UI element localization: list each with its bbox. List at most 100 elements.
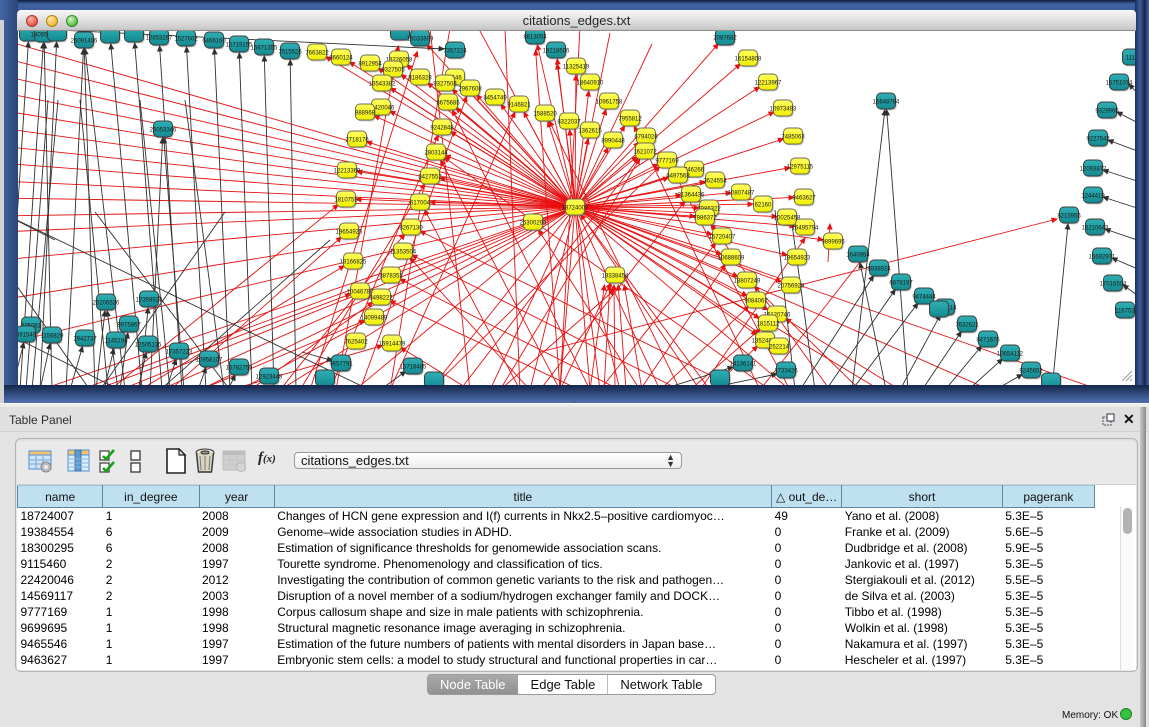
svg-text:26053346: 26053346	[150, 128, 177, 134]
svg-text:9329966: 9329966	[1095, 109, 1119, 115]
svg-text:8471676: 8471676	[976, 338, 1000, 344]
svg-text:10958107: 10958107	[196, 358, 223, 364]
svg-text:6879197: 6879197	[889, 281, 913, 287]
svg-text:6794028: 6794028	[634, 135, 658, 141]
svg-text:15720407: 15720407	[709, 235, 736, 241]
svg-text:9327505: 9327505	[381, 68, 405, 74]
svg-text:16914479: 16914479	[379, 342, 406, 348]
svg-text:9242848: 9242848	[430, 126, 454, 132]
svg-text:8186328: 8186328	[408, 76, 432, 82]
svg-text:17016504: 17016504	[1100, 282, 1127, 288]
svg-text:20206536: 20206536	[93, 301, 120, 307]
svg-text:16033809: 16033809	[407, 37, 434, 43]
svg-text:12975115: 12975115	[787, 165, 814, 171]
svg-text:12923448: 12923448	[256, 375, 283, 381]
svg-text:7955812: 7955812	[618, 117, 642, 123]
svg-text:7515526: 7515526	[278, 50, 302, 56]
svg-text:12213967: 12213967	[755, 81, 782, 87]
svg-text:14099489: 14099489	[361, 316, 388, 322]
svg-text:9657791: 9657791	[329, 362, 353, 368]
svg-text:9474444: 9474444	[912, 295, 936, 301]
svg-text:11353504: 11353504	[390, 250, 417, 256]
svg-text:9777169: 9777169	[655, 159, 679, 165]
svg-text:10719155: 10719155	[226, 43, 253, 49]
svg-text:8990448: 8990448	[601, 139, 625, 145]
svg-text:18807249: 18807249	[734, 279, 761, 285]
svg-text:1362615: 1362615	[578, 129, 602, 135]
svg-text:7485063: 7485063	[781, 135, 805, 141]
svg-text:16648784: 16648784	[873, 100, 900, 106]
svg-text:12093872: 12093872	[1080, 167, 1107, 173]
svg-text:9245652: 9245652	[1019, 369, 1043, 375]
svg-text:9084067: 9084067	[744, 299, 768, 305]
svg-text:15751074: 15751074	[1106, 81, 1133, 87]
svg-text:6497568: 6497568	[666, 174, 690, 180]
svg-text:15716485: 15716485	[400, 365, 427, 371]
svg-text:7986372: 7986372	[693, 216, 717, 222]
svg-text:9327508: 9327508	[433, 82, 457, 88]
svg-text:1733426: 1733426	[774, 369, 798, 375]
svg-text:16210643: 16210643	[1082, 226, 1109, 232]
svg-text:62160: 62160	[755, 203, 772, 209]
svg-text:9227542: 9227542	[1086, 137, 1110, 143]
svg-text:19166825: 19166825	[340, 260, 367, 266]
svg-text:1588520: 1588520	[533, 112, 557, 118]
svg-text:12505135: 12505135	[135, 343, 162, 349]
svg-text:9146821: 9146821	[507, 103, 531, 109]
svg-text:8267130: 8267130	[399, 226, 423, 232]
svg-text:3498222: 3498222	[369, 296, 393, 302]
svg-text:19218506: 19218506	[543, 49, 570, 55]
svg-text:1244419: 1244419	[1081, 194, 1105, 200]
svg-text:8322037: 8322037	[557, 120, 581, 126]
svg-text:16543382: 16543382	[369, 82, 396, 88]
svg-text:988968: 988968	[355, 111, 376, 117]
svg-text:8938924: 8938924	[867, 267, 891, 273]
svg-text:2718176: 2718176	[345, 138, 369, 144]
svg-text:1815112: 1815112	[757, 322, 781, 328]
svg-text:8912954: 8912954	[358, 62, 382, 68]
svg-text:391549: 391549	[17, 333, 37, 339]
svg-text:16154808: 16154808	[735, 57, 762, 63]
svg-text:1621072: 1621072	[633, 150, 657, 156]
svg-text:9463627: 9463627	[792, 196, 816, 202]
svg-text:11325419: 11325419	[563, 65, 590, 71]
svg-text:19338454: 19338454	[602, 274, 629, 280]
svg-text:17359924: 17359924	[136, 298, 163, 304]
svg-text:19654925: 19654925	[336, 230, 363, 236]
svg-text:2967608: 2967608	[458, 87, 482, 93]
svg-text:18724007: 18724007	[562, 206, 589, 212]
svg-text:10688609: 10688609	[718, 256, 745, 262]
svg-text:20756928: 20756928	[778, 284, 805, 290]
svg-text:252214: 252214	[769, 345, 790, 351]
svg-text:18640910: 18640910	[577, 81, 604, 87]
svg-text:15692971: 15692971	[1089, 255, 1116, 261]
svg-text:7625402: 7625402	[344, 340, 368, 346]
svg-text:10853267: 10853267	[146, 36, 173, 42]
svg-text:6466160: 6466160	[202, 39, 226, 45]
svg-text:8427552: 8427552	[418, 175, 442, 181]
svg-text:1156829: 1156829	[41, 334, 65, 340]
svg-text:12213369: 12213369	[334, 169, 361, 175]
svg-text:8660124: 8660124	[329, 56, 353, 62]
svg-text:2087682: 2087682	[713, 36, 737, 42]
svg-text:10654112: 10654112	[997, 352, 1024, 358]
svg-text:8813054: 8813054	[523, 35, 547, 41]
svg-text:2803144: 2803144	[424, 151, 448, 157]
svg-text:7663822: 7663822	[305, 51, 329, 57]
svg-text:25300293: 25300293	[520, 221, 547, 227]
svg-text:8454749: 8454749	[483, 96, 507, 102]
svg-text:7632621: 7632621	[955, 323, 979, 329]
svg-text:1145194: 1145194	[105, 339, 129, 345]
svg-text:3675685: 3675685	[436, 101, 460, 107]
svg-text:8878352: 8878352	[379, 274, 403, 280]
svg-text:16495794: 16495794	[792, 226, 819, 232]
svg-text:10973493: 10973493	[770, 107, 797, 113]
svg-text:8215955: 8215955	[1057, 214, 1081, 220]
svg-text:9975867: 9975867	[117, 323, 141, 329]
svg-text:116753: 116753	[1115, 309, 1135, 315]
svg-text:1640954: 1640954	[846, 253, 870, 259]
svg-text:1527602: 1527602	[174, 37, 198, 43]
svg-text:9899695: 9899695	[821, 240, 845, 246]
svg-text:617004: 617004	[410, 201, 431, 207]
svg-text:16782759: 16782759	[226, 366, 253, 372]
